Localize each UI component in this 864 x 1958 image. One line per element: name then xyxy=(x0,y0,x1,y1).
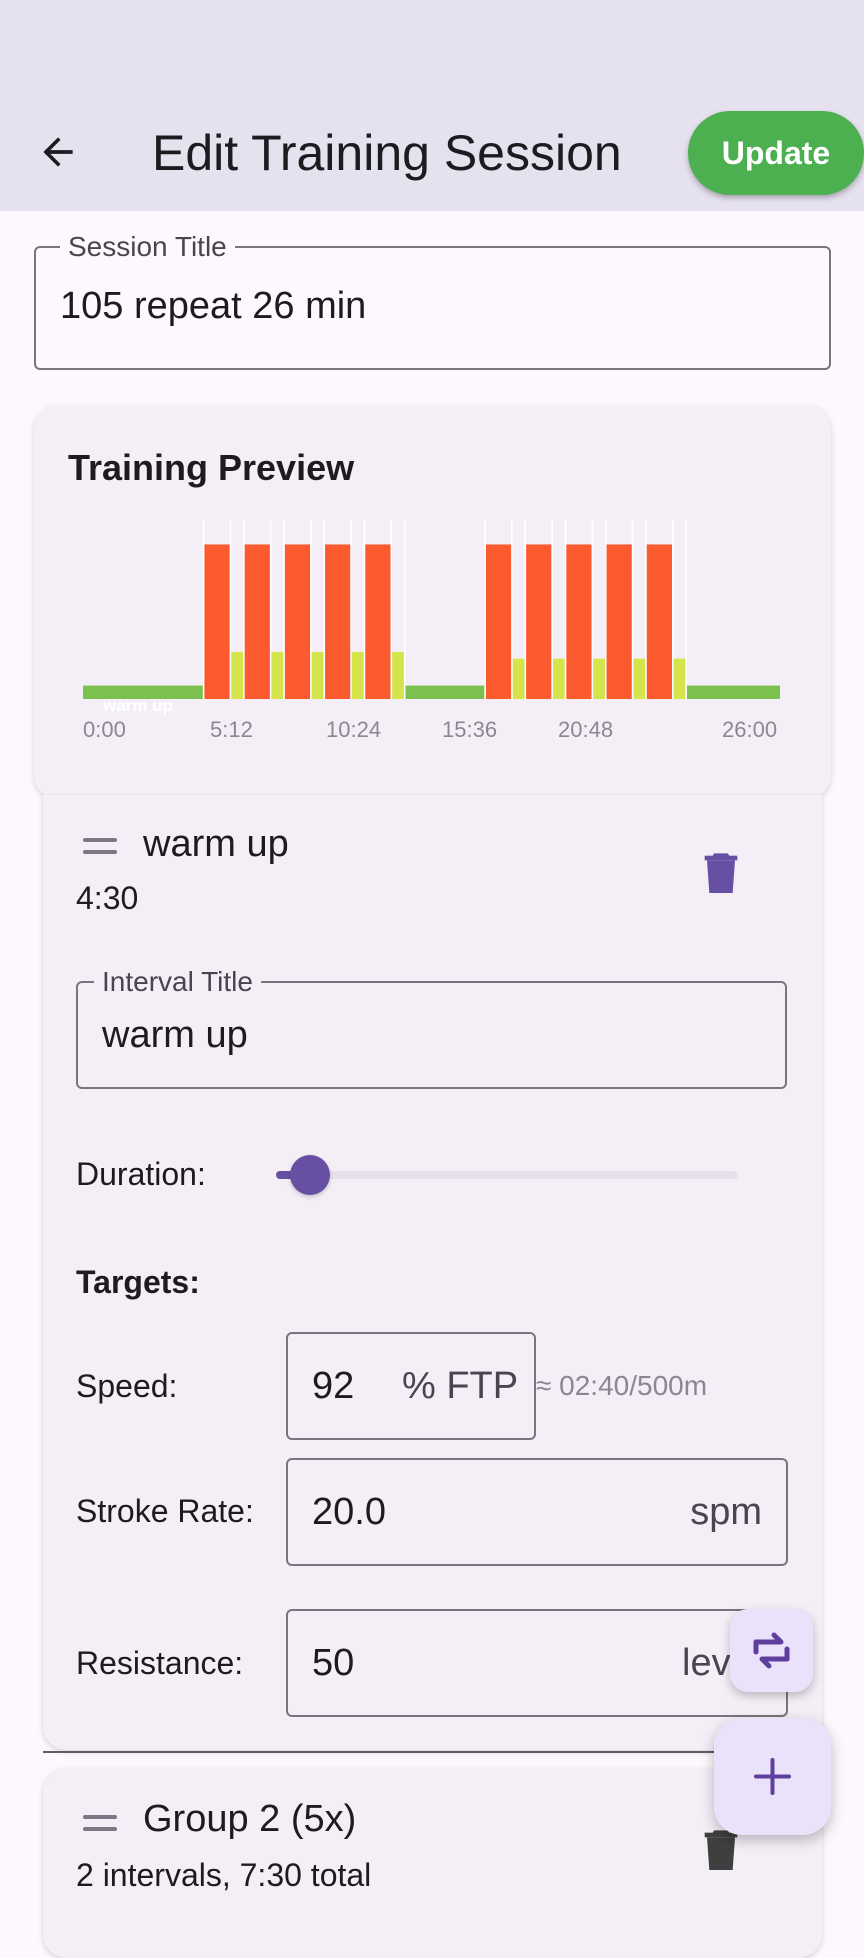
interval-title-value: warm up xyxy=(102,1014,248,1056)
chart-bar-yellow-17 xyxy=(592,658,606,699)
training-preview-card: Training Preview warm up 0:00 5:12 10:24 15:… xyxy=(34,405,831,799)
chart-x-tick-1: 5:12 xyxy=(210,717,253,742)
group-summary: 2 intervals, 7:30 total xyxy=(76,1857,372,1893)
add-fab[interactable] xyxy=(714,1718,831,1835)
chart-bar-orange-14 xyxy=(525,544,553,699)
interval-duration: 4:30 xyxy=(76,880,139,916)
speed-input[interactable]: 92 % FTP xyxy=(286,1332,536,1440)
interval-divider xyxy=(43,1751,787,1753)
resistance-unit: lev xyxy=(682,1642,731,1684)
chart-x-tick-4: 20:48 xyxy=(558,717,613,742)
chart-x-tick-5: 26:00 xyxy=(722,717,777,742)
speed-label: Speed: xyxy=(76,1368,178,1404)
chart-bar-yellow-13 xyxy=(511,658,526,699)
chart-bar-orange-9 xyxy=(364,544,392,699)
chart-bar-orange-12 xyxy=(485,544,512,699)
chart-bar-yellow-6 xyxy=(310,651,325,699)
repeat-fab[interactable] xyxy=(730,1609,813,1692)
duration-slider-track[interactable] xyxy=(276,1171,738,1179)
duration-slider-thumb[interactable] xyxy=(290,1155,330,1195)
speed-unit: % FTP xyxy=(402,1365,519,1407)
chart-bar-yellow-15 xyxy=(552,658,566,699)
chart-bar-yellow-19 xyxy=(632,658,646,699)
chart-x-tick-3: 15:36 xyxy=(442,717,497,742)
chart-bar-yellow-2 xyxy=(230,651,244,699)
plus-icon xyxy=(754,1758,791,1795)
pace-estimate: ≈ 02:40/500m xyxy=(536,1370,708,1401)
targets-heading: Targets: xyxy=(76,1264,200,1300)
interval-title-field[interactable]: Interval Title warm up xyxy=(76,965,787,1089)
interval-title-label: Interval Title xyxy=(94,965,261,999)
chart-bar-green-11 xyxy=(404,685,486,699)
session-title-field[interactable]: Session Title 105 repeat 26 min xyxy=(34,230,831,370)
session-title-label: Session Title xyxy=(60,230,235,264)
trash-icon[interactable] xyxy=(704,851,738,893)
chart-x-tick-0: 0:00 xyxy=(83,717,126,742)
drag-handle-icon[interactable] xyxy=(83,1815,117,1833)
resistance-value: 50 xyxy=(312,1642,355,1684)
stroke-rate-value: 20.0 xyxy=(312,1491,386,1533)
chart-bar-yellow-21 xyxy=(672,658,687,699)
training-preview-chart: warm up 0:00 5:12 10:24 15:36 20:48 26:00 xyxy=(83,519,780,742)
group-title: Group 2 (5x) xyxy=(143,1798,357,1840)
chart-x-tick-2: 10:24 xyxy=(326,717,381,742)
chart-bar-orange-5 xyxy=(284,544,311,699)
duration-label: Duration: xyxy=(76,1156,206,1192)
interval-title-heading: warm up xyxy=(143,823,289,865)
arrow-left-icon[interactable] xyxy=(36,130,80,174)
session-title-value: 105 repeat 26 min xyxy=(60,285,367,327)
chart-bar-yellow-8 xyxy=(351,651,365,699)
chart-bar-orange-7 xyxy=(324,544,352,699)
chart-bar-orange-16 xyxy=(565,544,593,699)
chart-bar-orange-18 xyxy=(605,544,633,699)
speed-value: 92 xyxy=(312,1365,355,1407)
chart-bar-orange-20 xyxy=(645,544,673,699)
page-title: Edit Training Session xyxy=(152,125,622,181)
update-button[interactable]: Update xyxy=(688,111,864,195)
chart-bar-orange-3 xyxy=(243,544,271,699)
chart-bar-orange-1 xyxy=(203,544,231,699)
repeat-arrows-icon xyxy=(753,1632,790,1669)
stroke-rate-label: Stroke Rate: xyxy=(76,1493,254,1529)
stroke-rate-unit: spm xyxy=(690,1491,762,1533)
stroke-rate-input[interactable]: 20.0 spm xyxy=(286,1458,788,1566)
resistance-label: Resistance: xyxy=(76,1645,244,1681)
chart-annotation-warm-up: warm up xyxy=(102,696,173,715)
chart-bar-green-22 xyxy=(686,685,780,699)
chart-bar-yellow-10 xyxy=(391,651,405,699)
drag-handle-icon[interactable] xyxy=(83,838,117,856)
chart-bar-yellow-4 xyxy=(270,651,285,699)
resistance-input[interactable]: 50 lev xyxy=(286,1609,788,1717)
